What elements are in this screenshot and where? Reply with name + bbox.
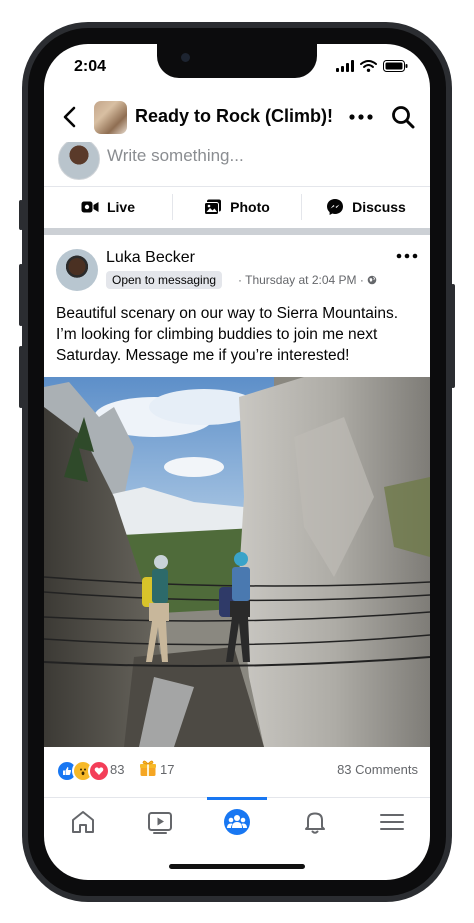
discuss-label: Discuss bbox=[352, 199, 406, 215]
photo-button[interactable]: Photo bbox=[173, 186, 301, 228]
post-timestamp[interactable]: Thursday at 2:04 PM bbox=[245, 273, 356, 287]
bottom-tab-bar bbox=[44, 797, 430, 846]
home-indicator[interactable] bbox=[169, 864, 305, 869]
gift-count[interactable]: 17 bbox=[160, 762, 174, 777]
groups-icon[interactable] bbox=[223, 808, 251, 836]
messaging-badge: Open to messaging bbox=[106, 271, 223, 289]
back-arrow-icon[interactable] bbox=[58, 104, 84, 130]
avatar bbox=[58, 142, 100, 180]
bell-icon[interactable] bbox=[301, 808, 329, 836]
status-icons bbox=[336, 60, 408, 72]
photo-icon bbox=[204, 199, 222, 215]
author-name[interactable]: Luka Becker bbox=[106, 249, 195, 267]
more-options-icon[interactable] bbox=[347, 106, 375, 128]
battery-icon bbox=[383, 60, 408, 72]
front-camera bbox=[181, 53, 190, 62]
menu-icon[interactable] bbox=[378, 808, 406, 836]
meta-separator: · bbox=[238, 273, 242, 287]
gift-icon[interactable] bbox=[139, 759, 157, 777]
globe-icon bbox=[367, 275, 377, 285]
discuss-button[interactable]: Discuss bbox=[302, 186, 430, 228]
author-avatar[interactable] bbox=[56, 249, 98, 291]
reaction-count[interactable]: 83 bbox=[110, 762, 124, 777]
composer[interactable]: Write something... bbox=[44, 142, 430, 187]
mute-switch bbox=[19, 200, 23, 230]
heart-icon bbox=[88, 760, 110, 782]
group-header: Ready to Rock (Climb)! bbox=[44, 96, 430, 140]
messenger-icon bbox=[327, 199, 344, 215]
post-meta: · Thursday at 2:04 PM · bbox=[238, 273, 377, 287]
post-more-icon[interactable] bbox=[394, 247, 420, 265]
live-label: Live bbox=[106, 199, 135, 215]
wifi-icon bbox=[360, 60, 377, 72]
photo-label: Photo bbox=[230, 199, 270, 215]
active-tab-indicator bbox=[207, 797, 267, 800]
reaction-icons[interactable] bbox=[56, 760, 110, 782]
group-thumbnail[interactable] bbox=[94, 101, 127, 134]
home-icon[interactable] bbox=[69, 808, 97, 836]
screen: 2:04 Ready to Rock (Climb)! Write someth… bbox=[44, 44, 430, 880]
volume-up-button bbox=[19, 264, 23, 326]
group-title[interactable]: Ready to Rock (Climb)! bbox=[135, 106, 333, 127]
post-text: Beautiful scenary on our way to Sierra M… bbox=[56, 305, 399, 364]
reactions-bar: 83 17 83 Comments bbox=[44, 757, 430, 783]
comments-count[interactable]: 83 Comments bbox=[337, 762, 418, 777]
meta-separator: · bbox=[359, 273, 364, 287]
video-camera-icon bbox=[81, 201, 99, 213]
notch bbox=[157, 44, 317, 78]
search-icon[interactable] bbox=[390, 104, 416, 130]
video-icon[interactable] bbox=[146, 808, 174, 836]
section-divider bbox=[44, 228, 430, 235]
live-button[interactable]: Live bbox=[44, 186, 172, 228]
power-button bbox=[451, 284, 455, 388]
status-time: 2:04 bbox=[74, 58, 107, 75]
composer-actions: Live Photo Discuss bbox=[44, 186, 430, 228]
post-photo[interactable] bbox=[44, 377, 430, 747]
volume-down-button bbox=[19, 346, 23, 408]
signal-icon bbox=[336, 60, 354, 72]
composer-placeholder[interactable]: Write something... bbox=[107, 146, 244, 166]
